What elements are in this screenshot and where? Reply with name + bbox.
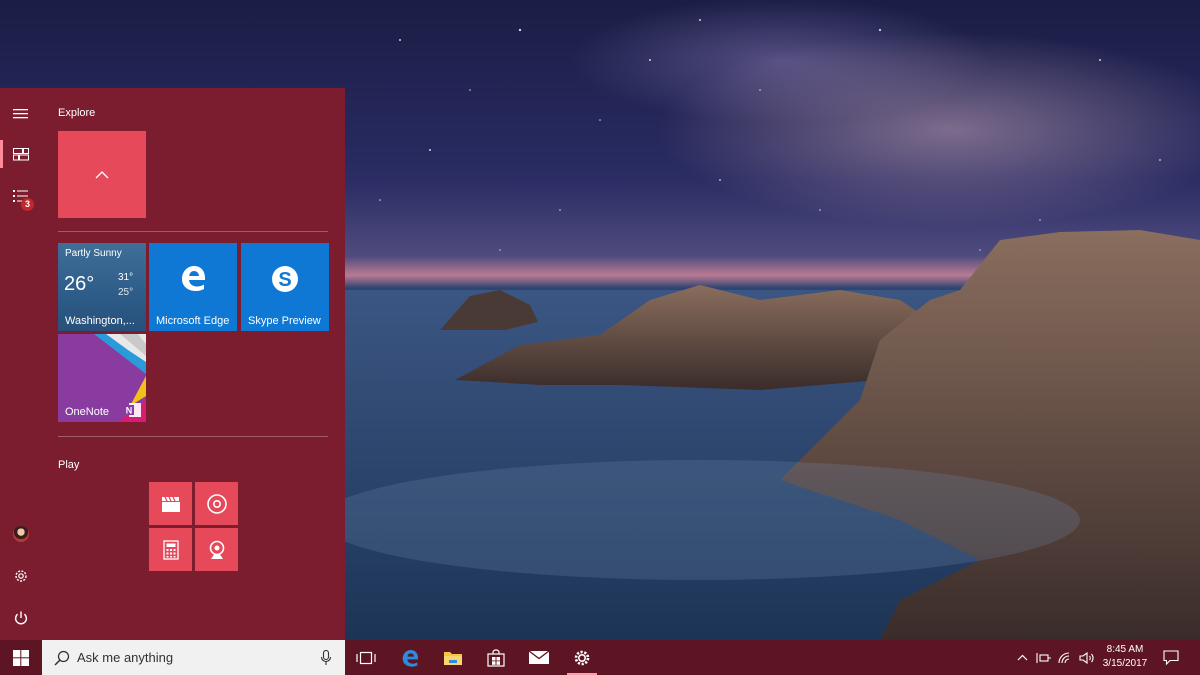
taskbar-settings-button[interactable] [561,640,603,675]
all-apps-button[interactable]: 3 [0,176,42,216]
power-button[interactable] [0,598,42,638]
start-button[interactable] [0,640,42,675]
edge-icon [182,266,205,291]
chevron-up-icon [95,171,109,179]
weather-tile[interactable]: Partly Sunny 26° 31° 25° Washington,... [58,243,146,331]
avatar [13,526,29,542]
edge-tile-label: Microsoft Edge [156,315,230,327]
speaker-icon [1079,651,1094,664]
taskbar-file-explorer-button[interactable] [432,640,474,675]
cortana-search-box[interactable]: Ask me anything [42,640,345,675]
folder-icon [444,651,462,665]
wifi-icon [1058,651,1070,663]
group-title-play[interactable]: Play [58,459,79,471]
user-account-button[interactable] [0,514,42,554]
action-center-button[interactable] [1158,640,1184,675]
maps-tile[interactable] [195,528,238,571]
edge-tile-icon-wrap [149,263,237,293]
start-menu: 3 Explore Partly Sunny 26° 31° 25° Washi… [0,88,345,640]
weather-location: Washington,... [65,315,135,327]
onenote-icon: N [124,403,141,417]
show-hidden-icons-button[interactable] [1013,640,1031,675]
microphone-icon[interactable] [321,650,331,666]
power-icon [14,611,28,625]
weather-low: 25° [118,287,134,298]
search-icon [54,650,70,666]
onenote-tile-label: OneNote [65,406,110,418]
volume-button[interactable] [1077,640,1097,675]
chevron-up-icon [1017,654,1027,661]
clock[interactable]: 8:45 AM 3/15/2017 [1098,643,1152,671]
store-icon [487,648,505,667]
taskbar-edge-button[interactable] [389,640,431,675]
clock-time: 8:45 AM [1106,644,1144,655]
task-view-button[interactable] [345,640,387,675]
settings-button[interactable] [0,556,42,596]
start-menu-rail: 3 [0,88,42,640]
notification-icon [1163,650,1179,665]
weather-high: 31° [118,272,134,283]
expand-menu-button[interactable] [0,94,42,134]
plug-icon [1036,652,1051,663]
edge-tile[interactable]: Microsoft Edge [149,243,237,331]
taskbar-store-button[interactable] [475,640,517,675]
gear-icon [574,650,590,665]
search-placeholder: Ask me anything [77,650,174,665]
movies-tv-tile[interactable] [149,482,192,525]
groove-music-tile[interactable] [195,482,238,525]
svg-text:S: S [278,269,291,291]
calculator-tile[interactable] [149,528,192,571]
group-divider [58,231,328,232]
webcam-icon [209,540,224,559]
gear-icon [15,570,27,582]
skype-icon: S [272,266,298,292]
windows-logo-icon [13,649,29,666]
hamburger-icon [13,109,28,119]
notification-badge: 3 [21,198,34,211]
taskbar: Ask me anything 8:45 AM 3/15/2017 [0,640,1200,675]
music-disc-icon [206,493,227,514]
onenote-tile[interactable]: N OneNote [58,334,146,422]
weather-condition: Partly Sunny [65,248,122,259]
edge-icon [402,649,418,667]
taskbar-mail-button[interactable] [518,640,560,675]
pinned-tiles-button[interactable] [0,134,42,174]
weather-temperature: 26° [64,273,95,295]
network-button[interactable] [1056,640,1076,675]
task-view-icon [356,651,376,664]
mail-icon [528,650,550,664]
skype-tile-icon-wrap: S [241,263,329,295]
calculator-icon [162,539,179,560]
power-tray-button[interactable] [1034,640,1054,675]
group-title-explore[interactable]: Explore [58,107,95,119]
group-divider [58,436,328,437]
clapperboard-icon [161,496,180,512]
collapse-group-tile[interactable] [58,131,146,218]
skype-tile-label: Skype Preview [248,315,321,327]
clock-date: 3/15/2017 [1102,658,1148,669]
svg-text:N: N [126,406,133,416]
skype-tile[interactable]: S Skype Preview [241,243,329,331]
tiles-icon [13,148,29,161]
